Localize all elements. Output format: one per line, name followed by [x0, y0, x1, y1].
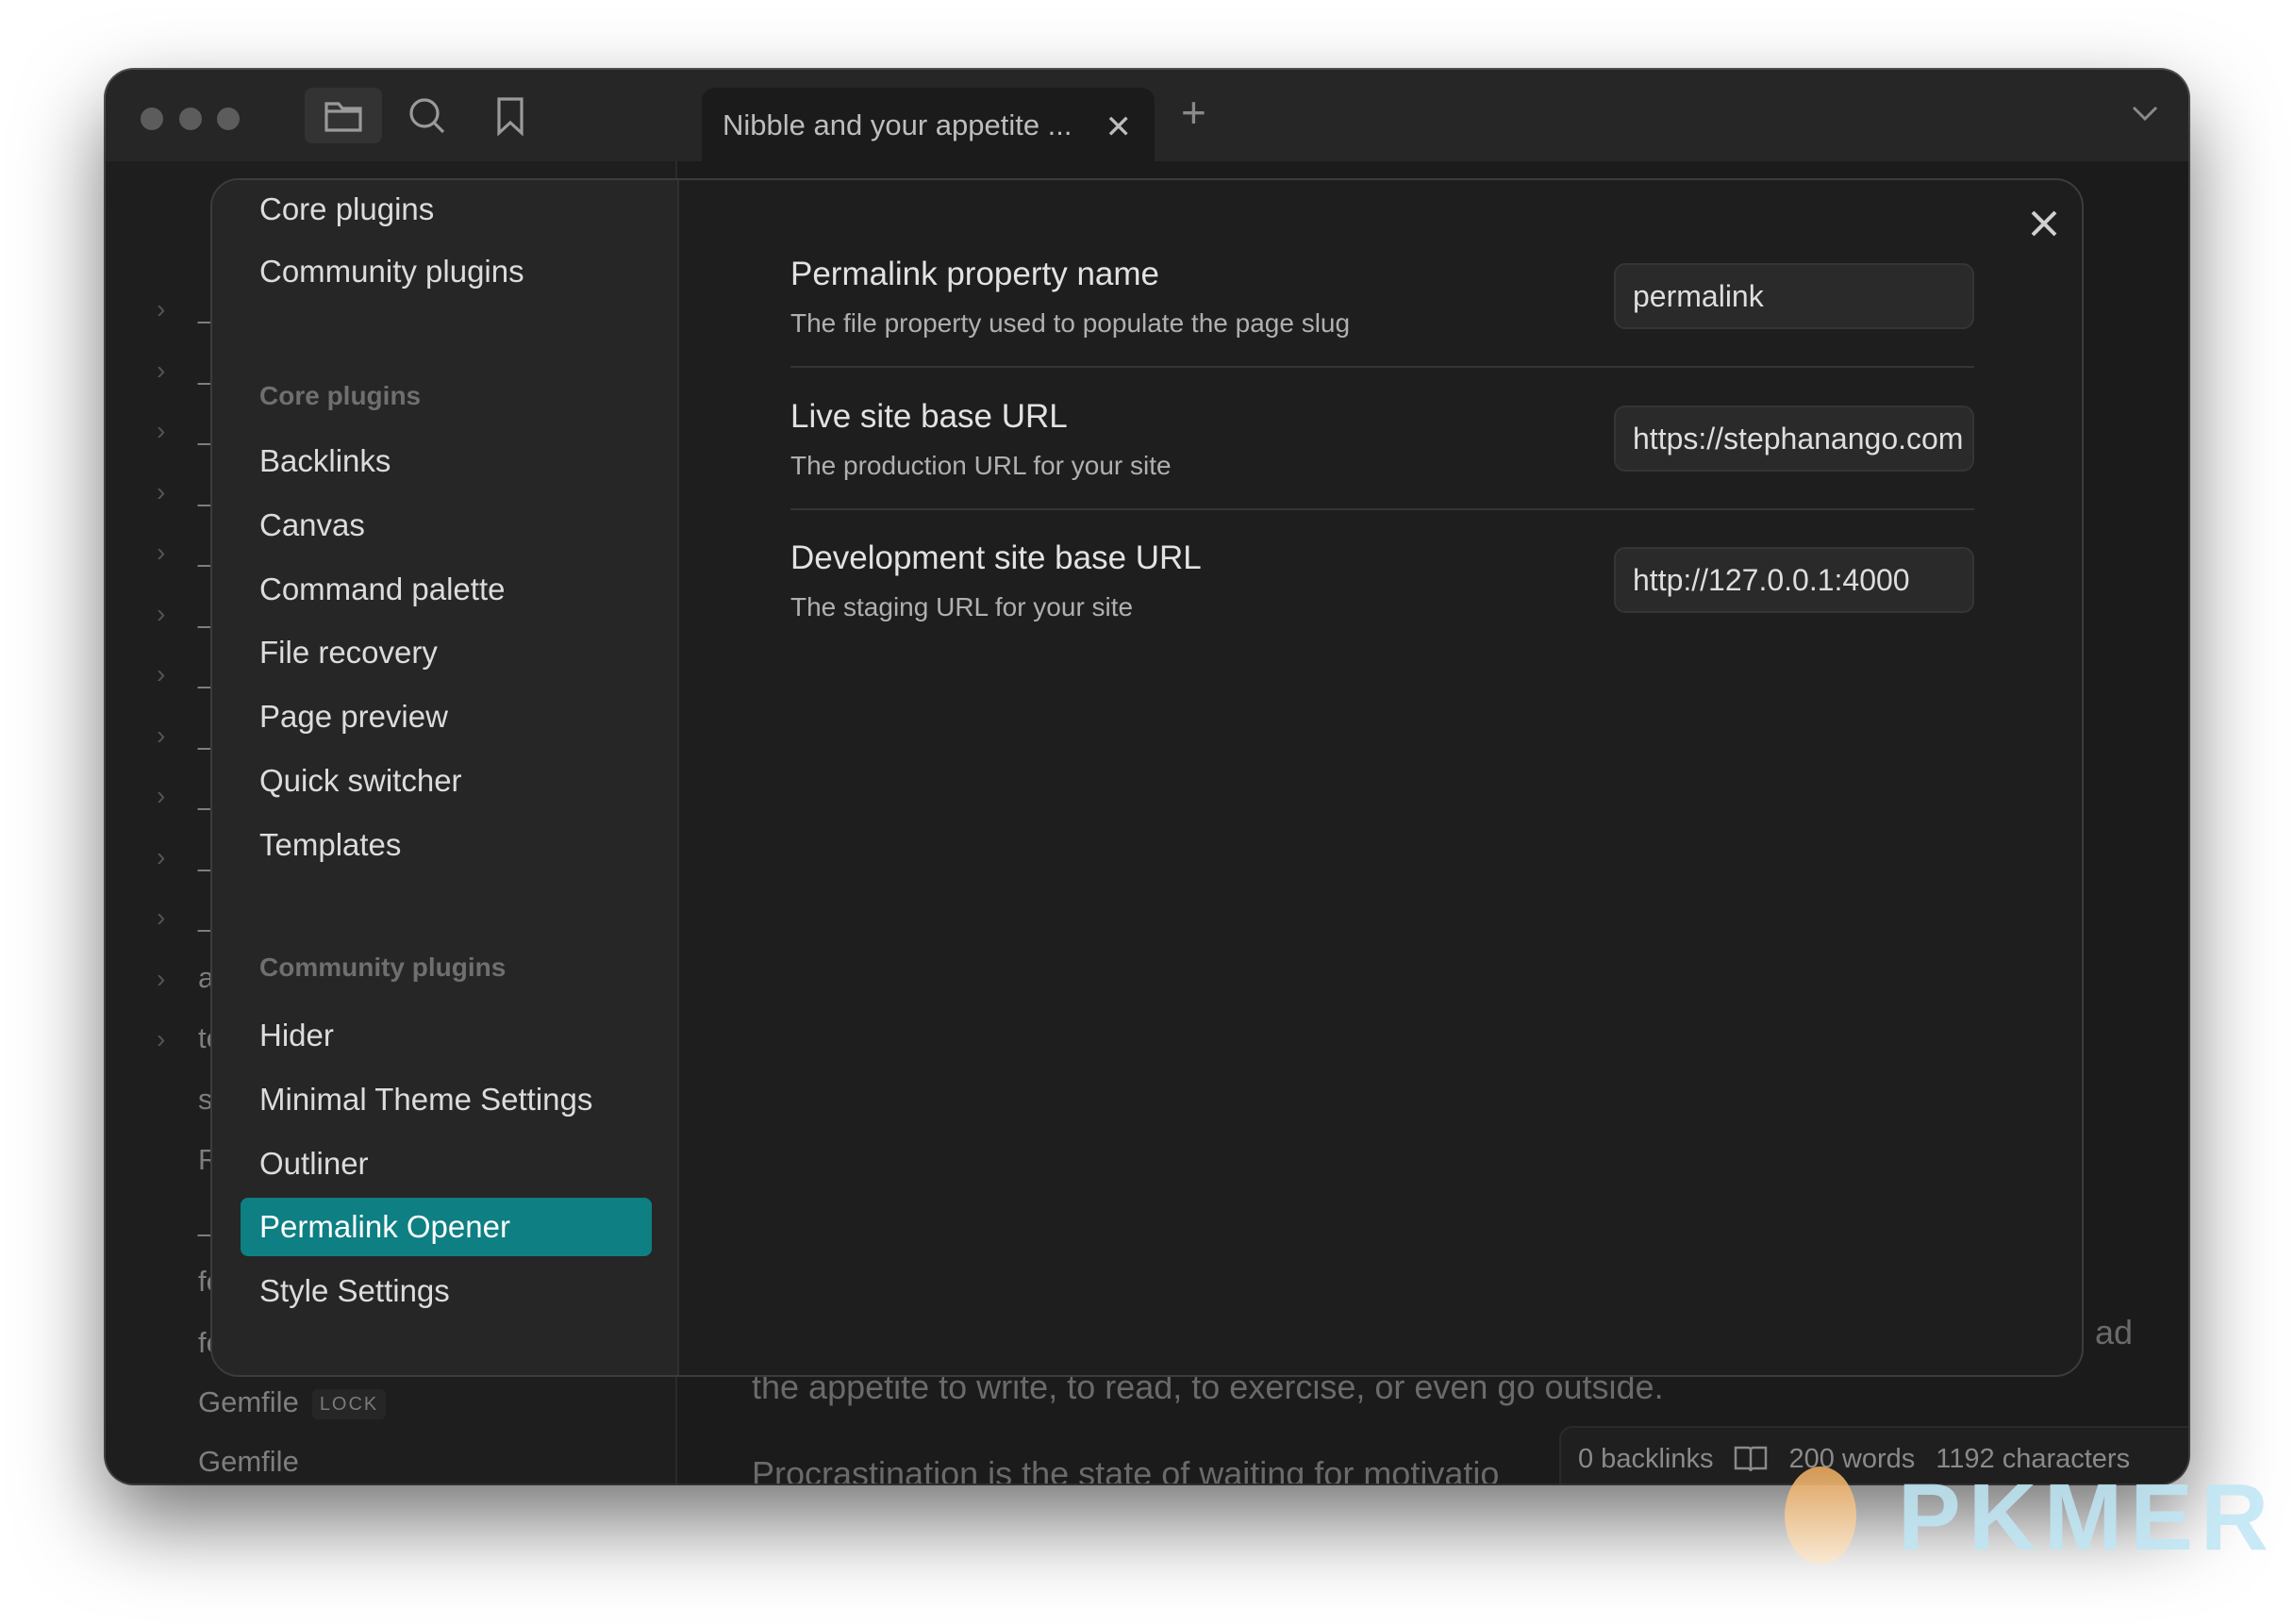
chevron-right-icon: › [157, 963, 166, 993]
bookmarks-button[interactable] [472, 88, 549, 143]
file-name: Gemfile [198, 1445, 299, 1478]
chevron-right-icon: › [157, 355, 166, 385]
tab-title: Nibble and your appetite ... [723, 108, 1072, 141]
setting-title: Permalink property name [790, 256, 1159, 292]
settings-modal: Core plugins Community plugins Core plug… [210, 178, 2084, 1377]
setting-divider [790, 507, 1974, 510]
chevron-right-icon: › [157, 538, 166, 567]
nav-item-canvas[interactable]: Canvas [241, 496, 652, 555]
nav-item-hider[interactable]: Hider [241, 1006, 652, 1065]
chevron-right-icon: › [157, 598, 166, 628]
setting-text-input[interactable]: http://127.0.0.1:4000 [1614, 547, 1974, 613]
nav-section-core-plugins: Core plugins [259, 381, 422, 410]
settings-nav: Core plugins Community plugins Core plug… [212, 180, 679, 1375]
editor-paragraph: Procrastination is the state of waiting … [752, 1454, 1500, 1483]
setting-title: Development site base URL [790, 539, 1202, 576]
nav-item-file-recovery[interactable]: File recovery [241, 623, 652, 682]
chevron-right-icon: › [157, 1024, 166, 1053]
tab-active-note[interactable]: Nibble and your appetite ... ✕ [702, 88, 1155, 163]
setting-text-input[interactable]: permalink [1614, 263, 1974, 329]
chevron-right-icon: › [157, 841, 166, 871]
file-item-gemfile[interactable]: Gemfile [157, 1444, 299, 1480]
setting-text-input[interactable]: https://stephanango.com [1614, 405, 1974, 472]
editor-text-fragment: ad [2095, 1313, 2134, 1351]
nav-section-community-plugins: Community plugins [259, 953, 507, 982]
setting-description: The staging URL for your site [790, 592, 1134, 621]
nav-item-community-plugins[interactable]: Community plugins [241, 242, 652, 301]
nav-item-permalink-opener[interactable]: Permalink Opener [241, 1198, 652, 1257]
file-extension-badge: LOCK [311, 1388, 387, 1419]
tab-close-icon[interactable]: ✕ [1105, 108, 1133, 146]
window-minimize-dot[interactable] [179, 108, 202, 130]
nav-item-style-settings[interactable]: Style Settings [241, 1262, 652, 1320]
chevron-right-icon: › [157, 903, 166, 932]
chevron-right-icon: › [157, 781, 166, 810]
window-zoom-dot[interactable] [217, 108, 240, 130]
bookmark-icon [497, 96, 524, 137]
setting-description: The file property used to populate the p… [790, 308, 1351, 338]
nav-item-templates[interactable]: Templates [241, 816, 652, 874]
setting-description: The production URL for your site [790, 450, 1172, 480]
tab-list-chevron-down-icon[interactable] [2126, 94, 2164, 132]
titlebar: Nibble and your appetite ... ✕ + [106, 70, 2188, 163]
setting-title: Live site base URL [790, 397, 1068, 435]
nav-item-page-preview[interactable]: Page preview [241, 688, 652, 746]
setting-divider [790, 366, 1974, 368]
chevron-right-icon: › [157, 659, 166, 688]
folder-icon [324, 101, 362, 132]
chevron-right-icon: › [157, 294, 166, 323]
nav-item-quick-switcher[interactable]: Quick switcher [241, 752, 652, 810]
file-item-gemfile-lock[interactable]: Gemfile LOCK [157, 1384, 387, 1420]
search-button[interactable] [389, 88, 466, 143]
nav-item-command-palette[interactable]: Command palette [241, 560, 652, 619]
file-name: Gemfile [198, 1385, 299, 1418]
nav-item-core-plugins[interactable]: Core plugins [241, 180, 652, 239]
window-close-dot[interactable] [141, 108, 163, 130]
pkmer-watermark: PKMER [1898, 1465, 2277, 1570]
search-icon [409, 97, 445, 133]
close-icon[interactable] [2025, 205, 2063, 242]
file-explorer-button[interactable] [305, 88, 382, 143]
nav-item-outliner[interactable]: Outliner [241, 1135, 652, 1193]
pkmer-logo [1785, 1467, 1856, 1565]
backlinks-count[interactable]: 0 backlinks [1578, 1444, 1713, 1475]
new-tab-button[interactable]: + [1181, 87, 1206, 138]
chevron-right-icon: › [157, 476, 166, 506]
nav-item-backlinks[interactable]: Backlinks [241, 432, 652, 490]
chevron-right-icon: › [157, 416, 166, 445]
nav-item-minimal-theme-settings[interactable]: Minimal Theme Settings [241, 1070, 652, 1129]
chevron-right-icon: › [157, 720, 166, 750]
